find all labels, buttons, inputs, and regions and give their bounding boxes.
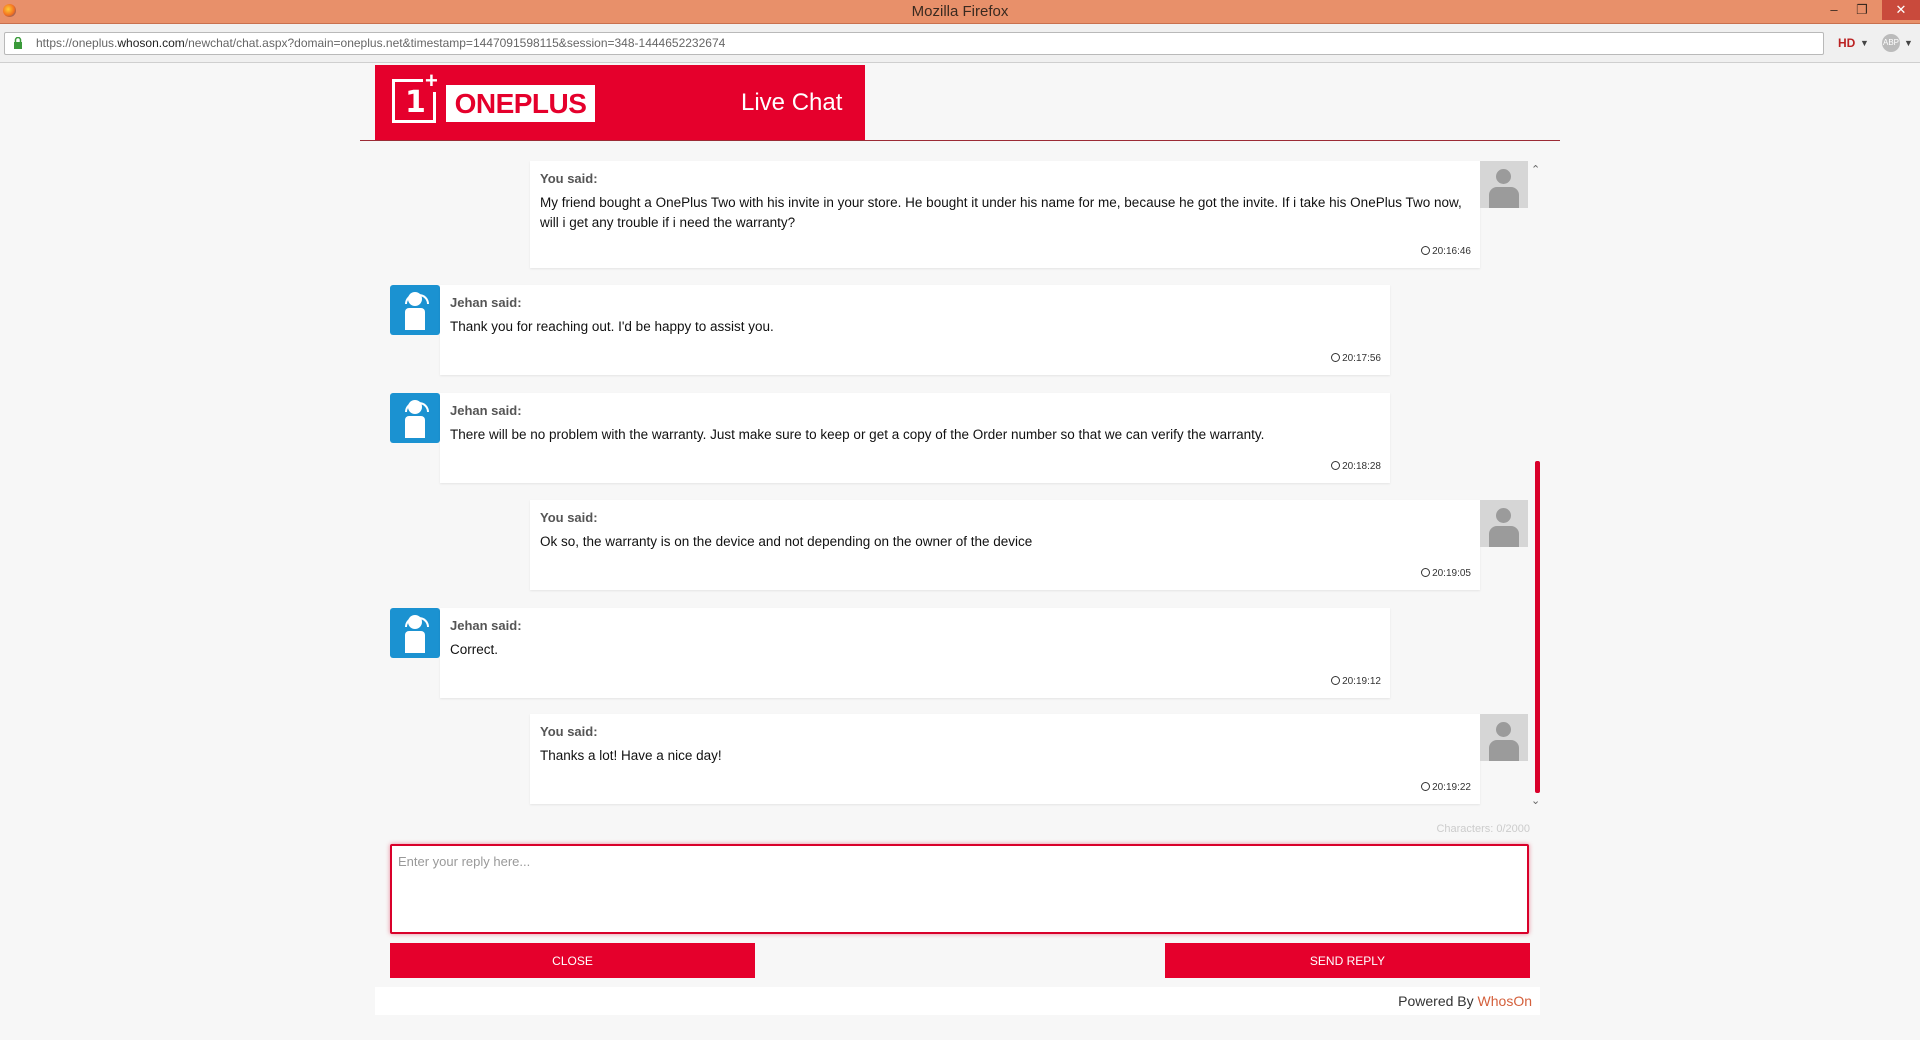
message-text: My friend bought a OnePlus Two with his … [540,195,1462,230]
chat-header: 1 + ONEPLUS Live Chat [375,65,865,140]
chat-footer: Powered By WhosOn [375,987,1540,1015]
clock-icon [1421,782,1431,791]
agent-avatar-icon [390,393,440,443]
clock-icon [1331,461,1341,470]
scroll-up-icon[interactable]: ⌃ [1531,163,1540,176]
message-sender: Jehan said: [450,403,522,418]
message-timestamp: 20:17:56 [1331,353,1381,364]
chat-page: 1 + ONEPLUS Live Chat You said: My frien… [0,63,1920,1040]
powered-by-label: Powered By [1398,993,1474,1009]
restore-icon[interactable]: ❐ [1848,0,1876,20]
message-sender: You said: [540,724,598,739]
message-user: You said: Ok so, the warranty is on the … [530,500,1480,590]
message-timestamp: 20:19:05 [1421,568,1471,579]
header-divider [360,140,1560,141]
clock-icon [1421,246,1431,255]
message-timestamp: 20:19:22 [1421,782,1471,793]
message-time: 20:18:28 [1342,461,1381,472]
logo-plus: + [423,68,440,93]
user-avatar-icon [1480,161,1528,208]
minimize-icon[interactable]: – [1820,0,1848,20]
message-agent: Jehan said: Thank you for reaching out. … [440,285,1390,375]
message-time: 20:19:22 [1432,782,1471,793]
message-sender: You said: [540,171,598,186]
message-text: There will be no problem with the warran… [450,427,1265,442]
url-path: /newchat/chat.aspx?domain=oneplus.net&ti… [184,36,726,50]
message-time: 20:16:46 [1432,246,1471,257]
message-time: 20:19:05 [1432,568,1471,579]
message-text: Thank you for reaching out. I'd be happy… [450,319,774,334]
character-count: Characters: 0/2000 [1436,823,1530,835]
message-text: Correct. [450,642,499,657]
powered-by: Powered By WhosOn [1398,993,1532,1009]
whoson-link[interactable]: WhosOn [1478,993,1532,1009]
url-prefix: https://oneplus. [36,36,118,50]
message-sender: Jehan said: [450,618,522,633]
user-avatar-icon [1480,500,1528,547]
close-button[interactable]: CLOSE [390,943,755,978]
window-titlebar: Mozilla Firefox – ❐ ✕ [0,0,1920,24]
message-agent: Jehan said: Correct. 20:19:12 [440,608,1390,698]
message-timestamp: 20:16:46 [1421,246,1471,257]
page-title: Live Chat [741,89,843,116]
chat-scrollbar[interactable] [1535,461,1540,793]
message-time: 20:17:56 [1342,353,1381,364]
url-host: whoson.com [117,36,185,50]
url-bar[interactable]: https://oneplus.whoson.com/newchat/chat.… [4,32,1824,55]
chevron-down-icon[interactable]: ▼ [1904,38,1913,48]
agent-avatar-icon [390,608,440,658]
oneplus-logo-icon: 1 + [392,70,440,123]
message-time: 20:19:12 [1342,676,1381,687]
adblock-icon[interactable]: ABP [1882,34,1900,52]
message-agent: Jehan said: There will be no problem wit… [440,393,1390,483]
reply-input[interactable] [390,844,1529,934]
clock-icon [1421,568,1431,577]
clock-icon [1331,353,1341,362]
agent-avatar-icon [390,285,440,335]
browser-navbar: https://oneplus.whoson.com/newchat/chat.… [0,24,1920,63]
message-text: Ok so, the warranty is on the device and… [540,534,1033,549]
user-avatar-icon [1480,714,1528,761]
chevron-down-icon[interactable]: ▼ [1860,38,1869,48]
message-sender: You said: [540,510,598,525]
message-sender: Jehan said: [450,295,522,310]
message-timestamp: 20:18:28 [1331,461,1381,472]
window-close-icon[interactable]: ✕ [1882,0,1920,20]
brand-wordmark: ONEPLUS [446,85,595,122]
message-text: Thanks a lot! Have a nice day! [540,748,722,763]
message-timestamp: 20:19:12 [1331,676,1381,687]
lock-icon [14,37,22,49]
message-user: You said: My friend bought a OnePlus Two… [530,161,1480,268]
message-user: You said: Thanks a lot! Have a nice day!… [530,714,1480,804]
hd-icon[interactable]: HD [1838,36,1855,50]
send-reply-button[interactable]: SEND REPLY [1165,943,1530,978]
url-text: https://oneplus.whoson.com/newchat/chat.… [36,36,725,50]
clock-icon [1331,676,1341,685]
window-title: Mozilla Firefox [911,3,1009,20]
scroll-down-icon[interactable]: ⌄ [1531,794,1540,807]
